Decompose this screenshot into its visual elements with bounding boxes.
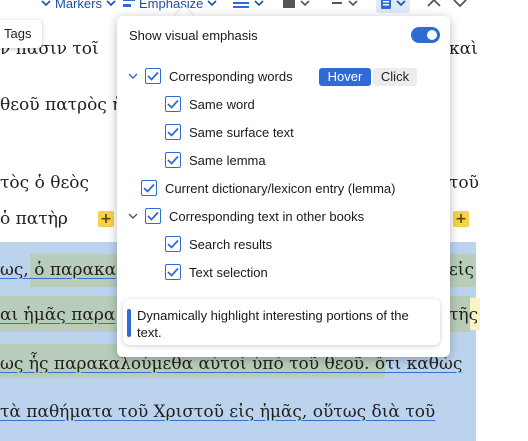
chevron-down-icon	[300, 0, 310, 7]
same-word-label: Same word	[189, 96, 255, 112]
verse-fragment: καὶ	[449, 39, 478, 59]
verse-line: τὰ παθήματα τοῦ Χριστοῦ εἰς ἡμᾶς, οὕτως …	[0, 402, 436, 422]
markers-label: Markers	[55, 0, 102, 11]
show-emphasis-toggle[interactable]	[411, 27, 440, 43]
mode-hover-button[interactable]: Hover	[319, 68, 371, 86]
check-box-icon	[283, 0, 295, 8]
list-format-button[interactable]	[232, 0, 265, 12]
same-word-checkbox[interactable]	[165, 96, 181, 112]
text-selection-checkbox[interactable]	[165, 264, 181, 280]
info-tooltip: Dynamically highlight interesting portio…	[123, 299, 440, 345]
same-lemma-checkbox[interactable]	[165, 152, 181, 168]
list-icon	[233, 2, 249, 8]
toggle-knob	[427, 30, 437, 40]
tags-label: Tags	[4, 26, 32, 41]
note-button[interactable]	[282, 0, 311, 12]
check-icon	[147, 71, 159, 81]
other-books-row[interactable]: Corresponding text in other books	[127, 205, 364, 227]
document-icon	[381, 0, 391, 9]
chevron-up-icon	[427, 0, 441, 7]
check-icon	[167, 239, 179, 249]
verse-line: αι ἡμᾶς παρα	[0, 305, 116, 325]
check-icon	[143, 183, 155, 193]
next-button[interactable]	[452, 0, 468, 12]
check-icon	[167, 267, 179, 277]
info-accent-bar	[127, 309, 131, 337]
lexicon-checkbox[interactable]	[141, 180, 157, 196]
same-surface-row[interactable]: Same surface text	[165, 121, 294, 143]
other-books-checkbox[interactable]	[145, 208, 161, 224]
bookmark-plus-icon[interactable]: +	[453, 211, 469, 227]
verse-line: ως, ὁ παρακα	[0, 260, 117, 280]
text-selection-row[interactable]: Text selection	[165, 261, 268, 283]
search-results-row[interactable]: Search results	[165, 233, 272, 255]
other-books-label: Corresponding text in other books	[169, 208, 365, 224]
chevron-down-icon[interactable]	[127, 210, 139, 222]
search-results-checkbox[interactable]	[165, 236, 181, 252]
verse-fragment: τῆς	[449, 305, 479, 325]
check-icon	[167, 155, 179, 165]
check-icon	[167, 127, 179, 137]
check-icon	[147, 211, 159, 221]
text-selection-label: Text selection	[189, 264, 268, 280]
show-emphasis-row: Show visual emphasis	[129, 24, 258, 46]
bookmark-plus-icon[interactable]: +	[98, 211, 114, 227]
verse-line: ὁ πατὴρ	[0, 209, 68, 229]
chevron-down-icon	[106, 0, 116, 7]
tags-button[interactable]: Tags	[0, 20, 42, 48]
verse-line: θεοῦ πατρὸς ἡ	[0, 95, 123, 115]
toolbar: Markers Emphasize	[0, 0, 528, 14]
chevron-down-icon	[254, 0, 264, 7]
bookmark-button[interactable]	[330, 0, 359, 12]
emphasize-popup: Show visual emphasis Corresponding words…	[117, 16, 450, 357]
corresponding-words-row[interactable]: Corresponding words	[127, 65, 293, 87]
same-word-row[interactable]: Same word	[165, 93, 255, 115]
previous-button[interactable]	[426, 0, 442, 12]
bookmark-icon	[332, 2, 342, 4]
same-surface-label: Same surface text	[189, 124, 294, 140]
markers-button[interactable]: Markers	[40, 0, 117, 12]
same-lemma-label: Same lemma	[189, 152, 266, 168]
chevron-down-icon	[396, 0, 406, 7]
show-emphasis-label: Show visual emphasis	[129, 27, 258, 43]
search-results-label: Search results	[189, 236, 273, 252]
chevron-down-icon	[41, 0, 51, 7]
mode-click-button[interactable]: Click	[373, 68, 417, 86]
chevron-down-icon[interactable]	[127, 70, 139, 82]
corresponding-words-label: Corresponding words	[169, 68, 293, 84]
chevron-down-icon	[207, 0, 217, 7]
corresponding-words-checkbox[interactable]	[145, 68, 161, 84]
verse-line: τὸς ὁ θεὸς	[0, 173, 90, 193]
emphasize-label: Emphasize	[139, 0, 204, 11]
info-text: Dynamically highlight interesting portio…	[137, 308, 409, 340]
verse-fragment: τοῦ	[449, 173, 479, 193]
emphasize-icon	[123, 0, 135, 7]
chevron-down-icon	[453, 0, 467, 8]
verse-fragment: εἰς	[449, 260, 474, 280]
lexicon-row[interactable]: Current dictionary/lexicon entry (lemma)	[141, 177, 395, 199]
chevron-down-icon	[348, 0, 358, 7]
same-lemma-row[interactable]: Same lemma	[165, 149, 266, 171]
document-view-button[interactable]	[380, 0, 407, 12]
same-surface-checkbox[interactable]	[165, 124, 181, 140]
check-icon	[167, 99, 179, 109]
emphasize-button[interactable]: Emphasize	[122, 0, 218, 12]
lexicon-label: Current dictionary/lexicon entry (lemma)	[165, 180, 396, 196]
